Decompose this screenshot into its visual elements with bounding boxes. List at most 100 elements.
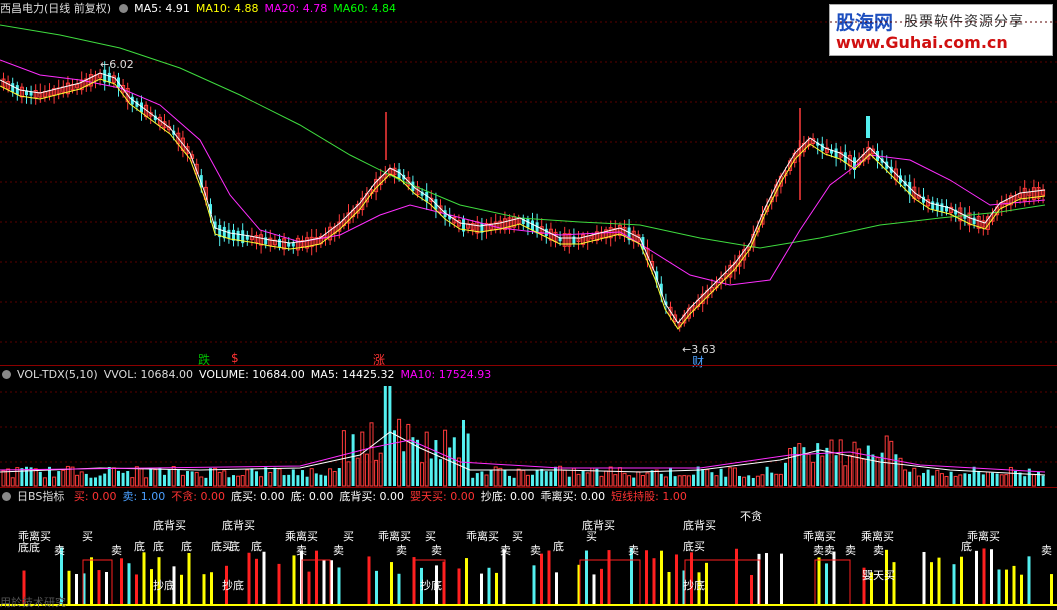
bs-legend-item: 底背买: 0.00 (339, 490, 405, 503)
volume-bar (424, 431, 429, 487)
bs-signal-bar (667, 571, 671, 605)
volume-bar (61, 469, 66, 487)
volume-bar (908, 471, 912, 486)
volume-bar (1037, 471, 1040, 486)
bs-signal-bar (532, 565, 536, 605)
bs-signal-bar (555, 572, 558, 605)
volume-bar (843, 465, 848, 487)
volume-bar (346, 461, 351, 487)
volume-bar (364, 453, 369, 487)
bs-signal-label: 婴天买 (862, 569, 895, 582)
volume-bar (521, 469, 526, 487)
bs-signal-bar (337, 567, 341, 605)
volume-bar (770, 472, 774, 486)
volume-bar (677, 475, 682, 487)
volume-bar (922, 472, 925, 486)
volume-bar (562, 469, 567, 487)
bs-signal-bar (825, 563, 828, 605)
bs-signal-label: 卖 (1041, 544, 1052, 557)
volume-bar (190, 471, 194, 486)
candle-body (866, 116, 870, 138)
volume-bar (751, 477, 755, 486)
volume-bar (466, 433, 470, 486)
bs-legend-item: 婴天买: 0.00 (410, 490, 475, 503)
bs-signal-bar (652, 558, 656, 605)
event-finance-marker: 财 (692, 355, 705, 369)
volume-bar (199, 476, 204, 487)
volume-bar (10, 477, 15, 487)
bs-signal-label: 底 (229, 540, 240, 553)
volume-bar (788, 448, 793, 487)
bs-signal-bar (990, 549, 993, 605)
volume-bar (176, 469, 180, 486)
volume-bar (755, 475, 760, 487)
volume-bar (659, 473, 663, 486)
candle-body (291, 243, 295, 247)
bs-signal-bar (930, 562, 933, 605)
volume-bar (567, 476, 571, 486)
volume-bar (508, 475, 511, 486)
volume-bar (944, 476, 949, 487)
volume-bar (949, 471, 953, 486)
ma60-line (0, 24, 1046, 249)
volume-bar (608, 466, 613, 487)
volume-bar (126, 471, 130, 486)
volume-bar (448, 447, 452, 486)
volume-bar (194, 471, 199, 487)
volume-bar (222, 470, 227, 487)
bs-signal-label: 买 (586, 530, 597, 543)
volume-bar (617, 467, 622, 487)
candle-body (931, 201, 935, 210)
bs-signal-label: 卖 (111, 544, 122, 557)
volume-bar (995, 473, 999, 486)
bs-signal-label: 卖 (530, 544, 541, 557)
candle-body (264, 237, 268, 245)
footer-text: 用於技术研究 (0, 596, 66, 609)
bs-signal-label: 底买 (683, 540, 705, 553)
volume-bar (98, 475, 102, 486)
bs-signal-bar (540, 553, 543, 605)
volume-bar (784, 462, 787, 486)
bs-signal-bar (660, 550, 663, 605)
volume-bar (52, 476, 57, 487)
volume-bar (972, 466, 976, 486)
volume-bar (636, 471, 641, 487)
volume-bar (585, 472, 590, 487)
volume-bar (29, 467, 33, 486)
volume-bar (121, 472, 125, 486)
volume-bar (236, 475, 241, 487)
bs-signal-bar (375, 570, 378, 605)
volume-bar (576, 473, 581, 487)
volume-bar (462, 419, 465, 486)
candle-body (940, 203, 944, 212)
bs-signal-label: 底背买 (153, 519, 186, 532)
volume-bar (402, 451, 406, 486)
volume-bar (774, 473, 779, 487)
volume-bar (351, 434, 355, 486)
volume-bar (894, 454, 898, 486)
volume-settings-circle-icon[interactable] (2, 370, 11, 379)
bs-signal-bar (105, 571, 108, 605)
volume-bar (103, 473, 107, 486)
volume-bar (291, 469, 295, 486)
volume-bar (531, 474, 534, 486)
bs-signal-bar (997, 569, 1001, 605)
volume-bar (838, 439, 843, 487)
volume-bar (999, 474, 1004, 487)
volume-bar (866, 445, 870, 486)
volume-bar (686, 475, 691, 487)
bs-signal-bar (982, 548, 986, 605)
volume-bar (732, 467, 737, 487)
volume-bar (475, 473, 479, 486)
bs-signal-label: 底 (553, 540, 564, 553)
volume-bar (149, 468, 153, 486)
candle-body (278, 239, 281, 248)
bs-signal-bar (67, 570, 71, 605)
volume-bar (328, 468, 333, 487)
bs-legend-item: 乖离买: 0.00 (540, 490, 606, 503)
volume-bar (742, 476, 747, 487)
volume-bar (33, 468, 38, 487)
bs-signal-label: 底 (181, 540, 192, 553)
volume-bar (991, 472, 994, 486)
bs-settings-circle-icon[interactable] (2, 492, 11, 501)
